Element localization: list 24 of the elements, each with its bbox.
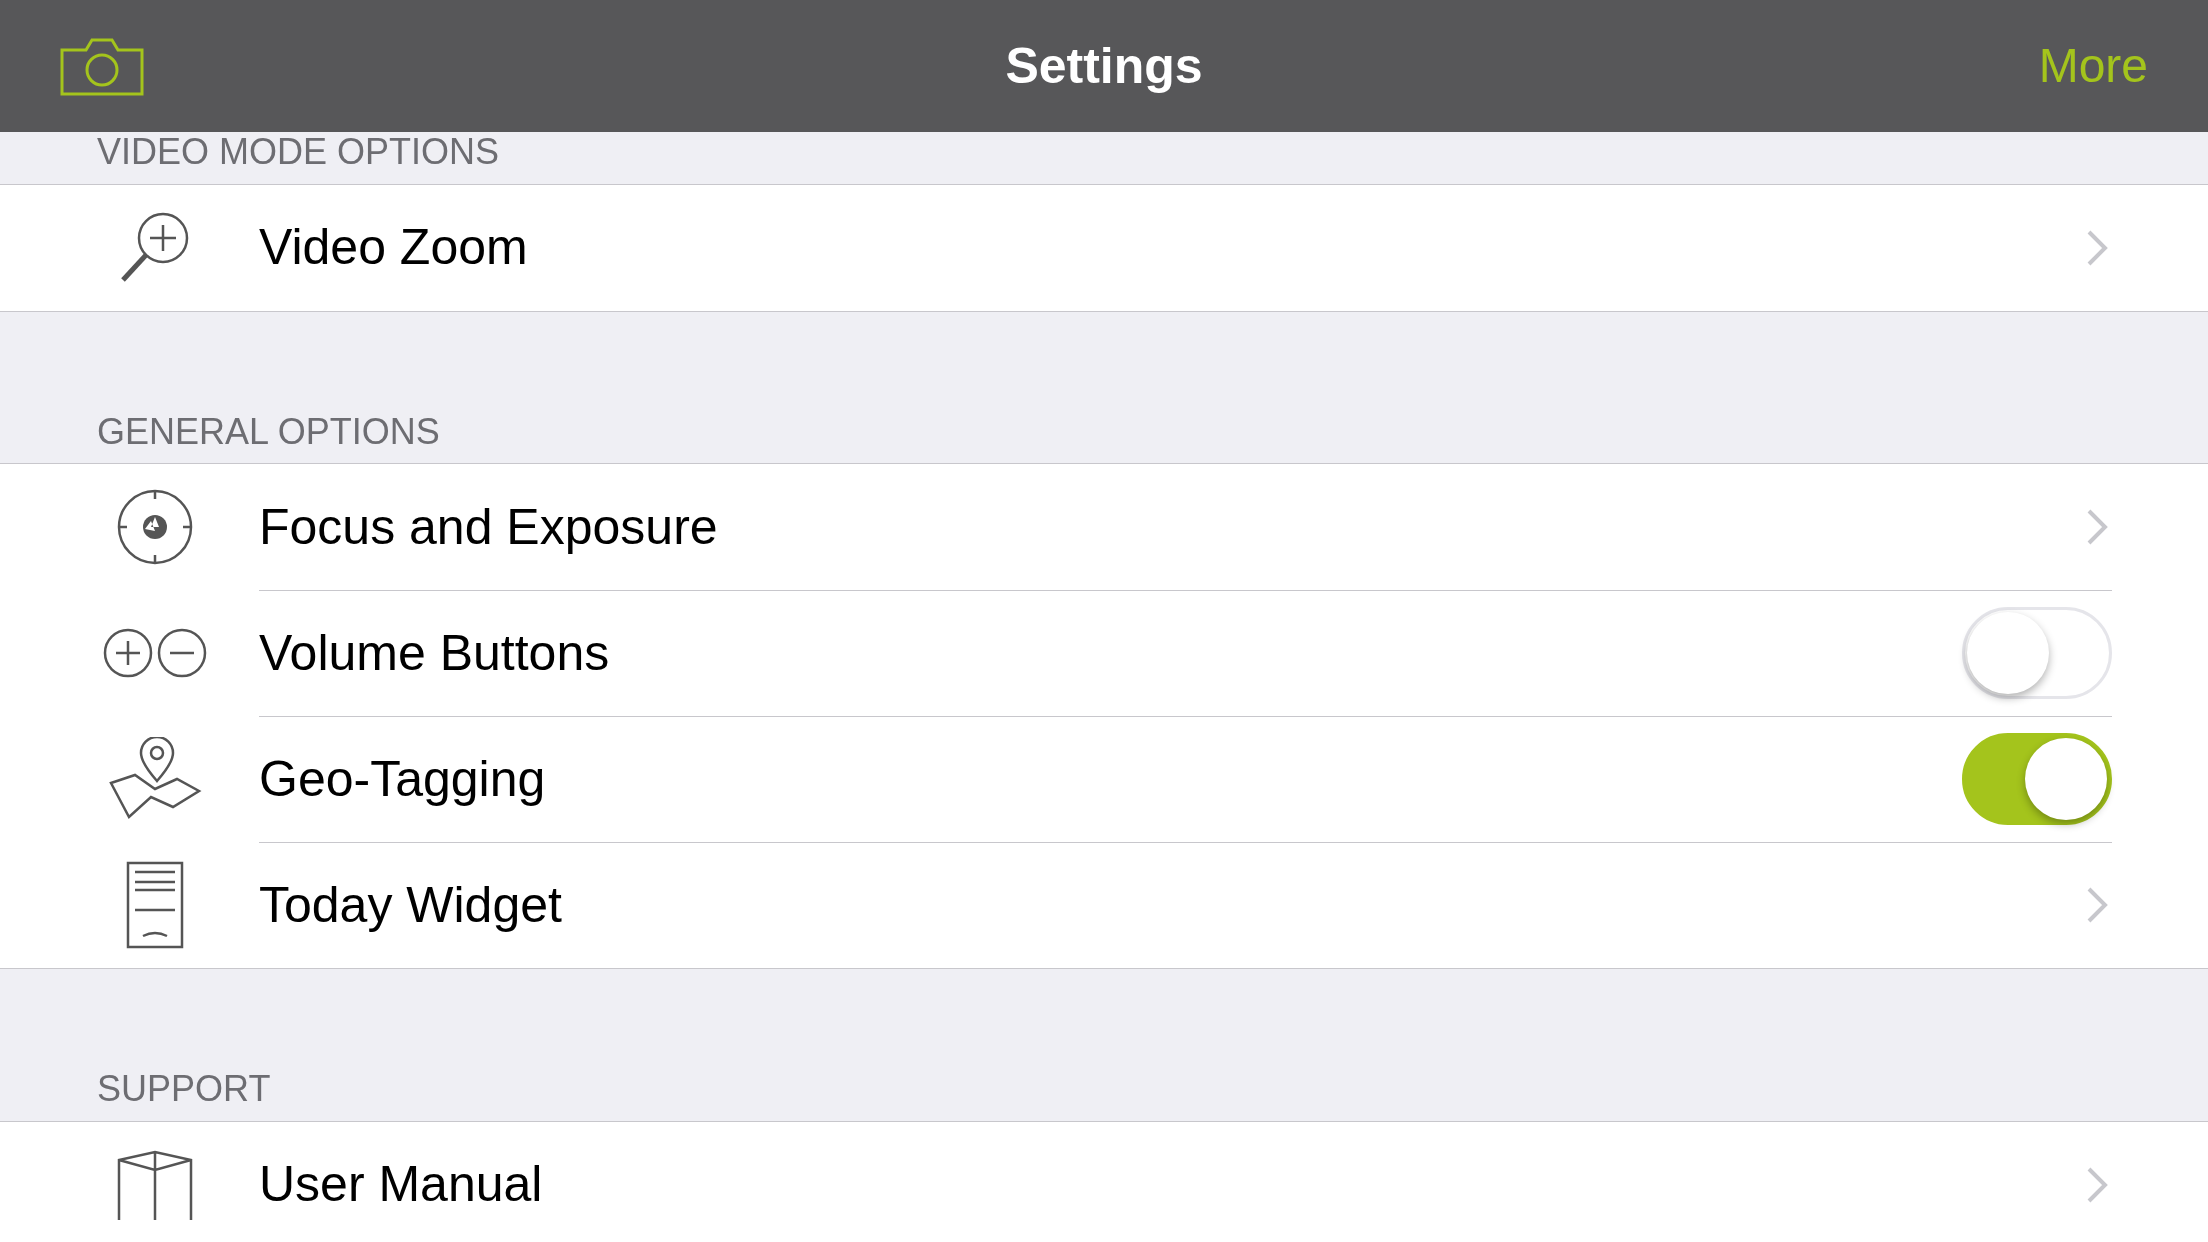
chevron-icon xyxy=(2086,886,2108,925)
section-header: VIDEO MODE OPTIONS xyxy=(97,131,500,172)
more-button[interactable]: More xyxy=(2038,30,2148,102)
section-header: GENERAL OPTIONS xyxy=(97,410,440,452)
chevron-icon xyxy=(2086,1165,2108,1204)
document-icon xyxy=(124,860,185,951)
settings-row[interactable]: Geo-Tagging xyxy=(0,716,2208,843)
row-label: Geo-Tagging xyxy=(259,750,546,807)
row-label: Today Widget xyxy=(259,876,562,933)
settings-row[interactable]: Volume Buttons xyxy=(0,590,2208,717)
settings-row[interactable]: Video Zoom xyxy=(0,184,2208,311)
camera-icon[interactable] xyxy=(60,36,144,96)
screen-title: Settings xyxy=(1005,37,1203,94)
row-label: Focus and Exposure xyxy=(259,498,718,555)
settings-row[interactable]: Focus and Exposure xyxy=(0,464,2208,591)
row-label: User Manual xyxy=(259,1156,543,1213)
section-header: SUPPORT xyxy=(97,1068,271,1110)
map-pin-icon xyxy=(106,737,203,822)
settings-row[interactable]: User Manual xyxy=(0,1121,2208,1242)
chevron-icon xyxy=(2086,228,2108,267)
row-label: Volume Buttons xyxy=(259,624,610,681)
settings-row[interactable]: Today Widget xyxy=(0,842,2208,969)
row-label: Video Zoom xyxy=(259,219,528,276)
chevron-icon xyxy=(2086,508,2108,547)
